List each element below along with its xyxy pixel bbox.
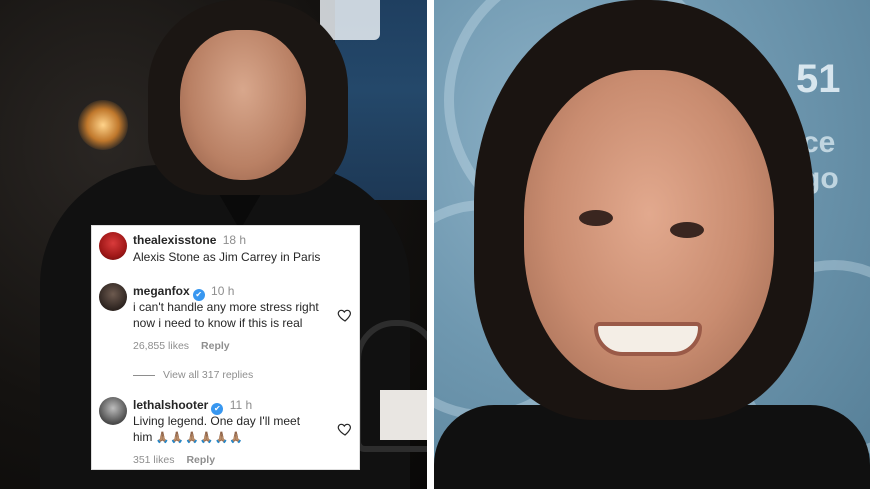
background-lamp — [78, 100, 128, 150]
smile — [594, 322, 702, 356]
right-eye — [670, 222, 704, 238]
comment-text-line: i can't handle any more stress right — [133, 300, 319, 314]
comment-card: thealexisstone 18 h Alexis Stone as Jim … — [91, 225, 360, 470]
timestamp: 11 h — [229, 398, 253, 412]
comment-header: lethalshooter ✔ 11 h — [133, 397, 253, 415]
background-text: 51 — [796, 57, 841, 101]
comment-meta: 26,855 likes Reply — [133, 339, 230, 353]
heart-icon[interactable] — [337, 307, 353, 323]
left-eye — [579, 210, 613, 226]
right-photo: 51 ce go — [434, 0, 870, 489]
comment-text-line: now i need to know if this is real — [133, 316, 303, 330]
comment-text-line: Living legend. One day I'll meet — [133, 414, 301, 428]
username[interactable]: thealexisstone — [133, 233, 216, 247]
timestamp: 18 h — [222, 233, 247, 247]
avatar[interactable] — [99, 397, 127, 425]
face — [180, 30, 306, 180]
like-count[interactable]: 351 likes — [133, 454, 174, 466]
comment-header: thealexisstone 18 h — [133, 232, 246, 248]
comment-header: meganfox ✔ 10 h — [133, 283, 235, 301]
comment-meta: 351 likes Reply — [133, 453, 215, 467]
comment-text-line-2: him 🙏🏽🙏🏽🙏🏽🙏🏽🙏🏽🙏🏽 — [133, 430, 244, 444]
chair-seat — [380, 390, 427, 440]
praying-hands-emojis: 🙏🏽🙏🏽🙏🏽🙏🏽🙏🏽🙏🏽 — [155, 432, 244, 444]
heart-icon[interactable] — [337, 421, 353, 437]
reply-button[interactable]: Reply — [186, 454, 215, 466]
username[interactable]: meganfox — [133, 284, 190, 298]
timestamp: 10 h — [211, 284, 235, 298]
like-count[interactable]: 26,855 likes — [133, 340, 189, 352]
avatar[interactable] — [99, 283, 127, 311]
reply-button[interactable]: Reply — [201, 340, 230, 352]
view-replies-button[interactable]: View all 317 replies — [133, 368, 253, 382]
view-replies-label[interactable]: View all 317 replies — [163, 369, 253, 381]
comment-text: Alexis Stone as Jim Carrey in Paris — [133, 250, 321, 264]
avatar[interactable] — [99, 232, 127, 260]
username[interactable]: lethalshooter — [133, 398, 208, 412]
divider — [133, 374, 155, 376]
